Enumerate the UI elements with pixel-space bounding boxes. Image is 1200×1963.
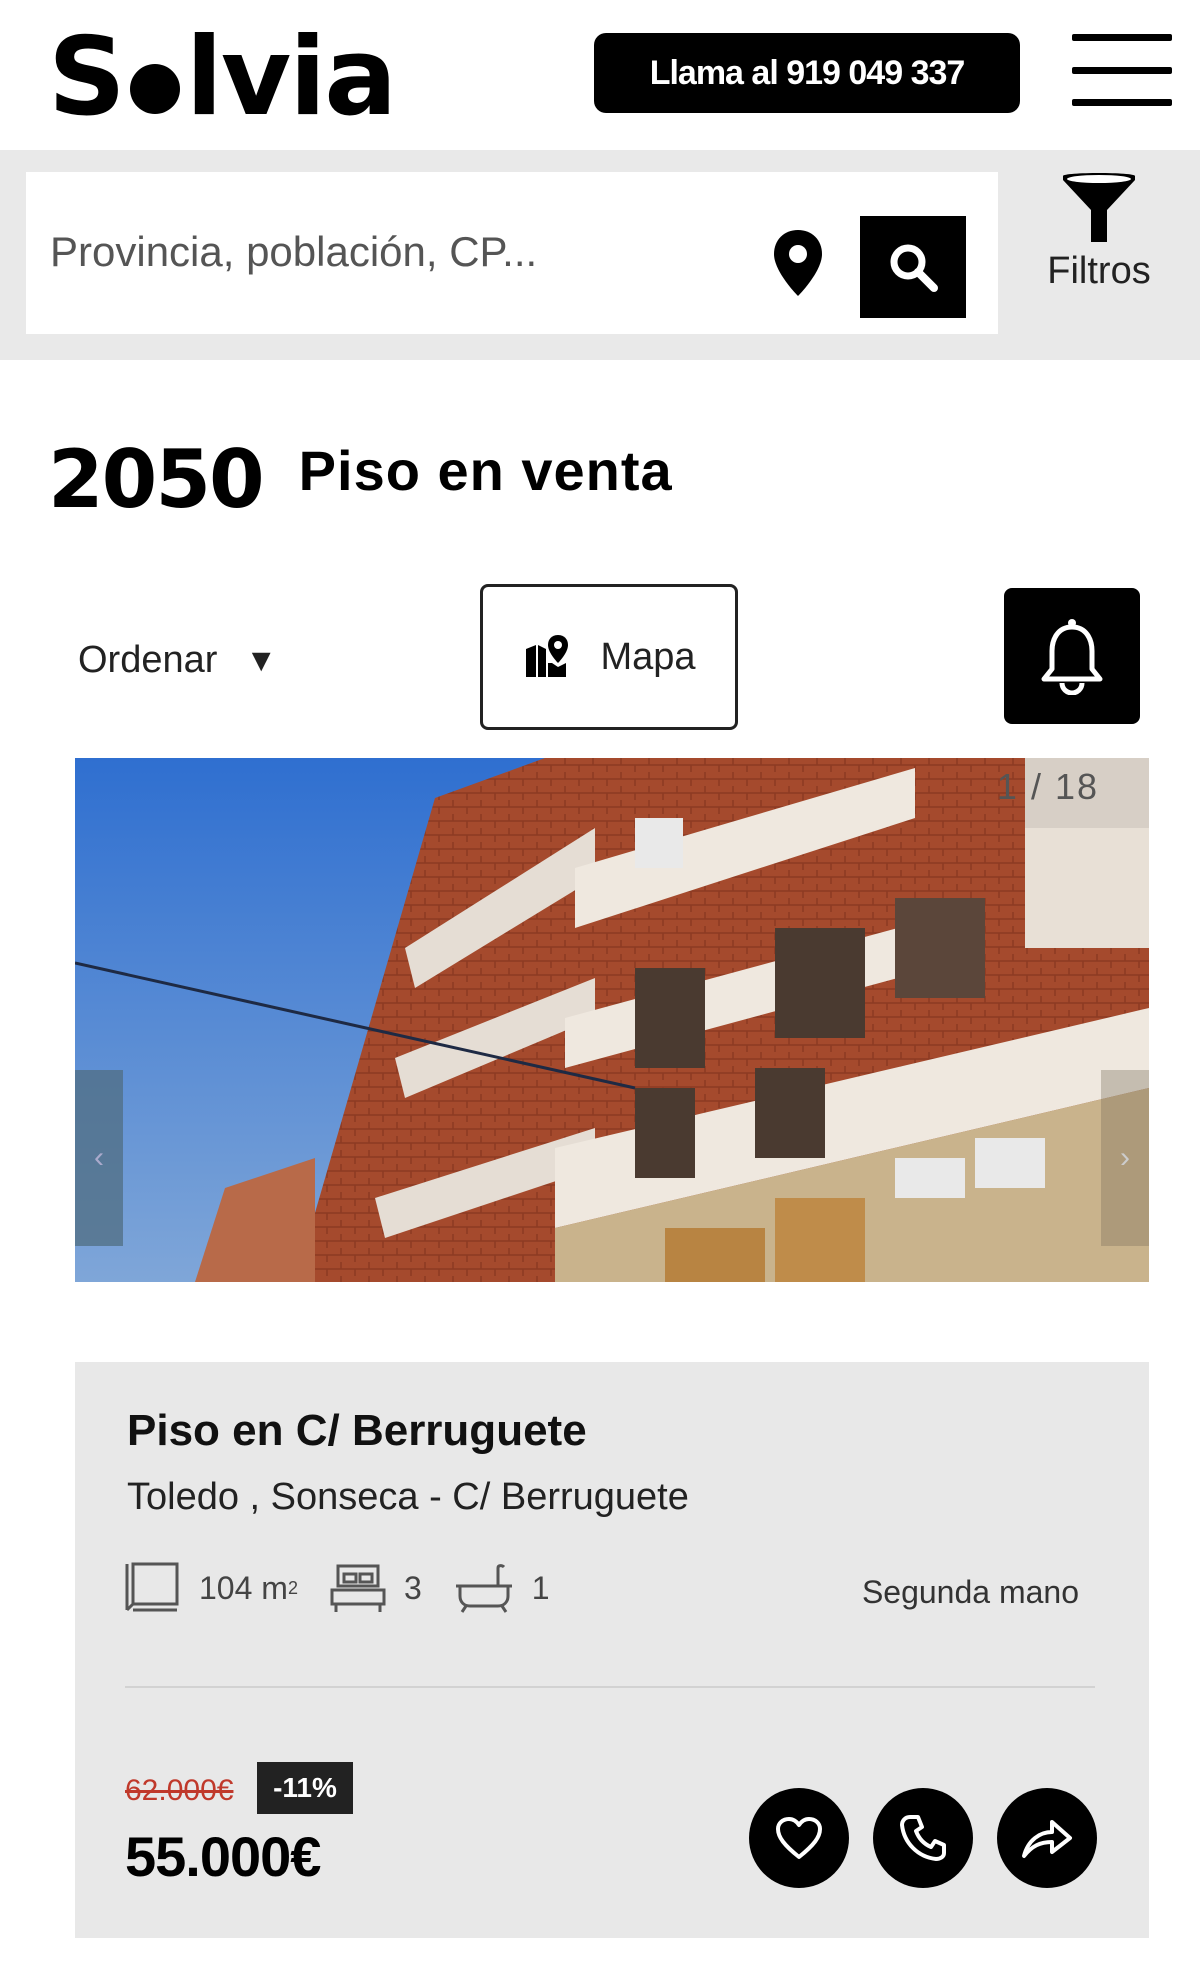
bedrooms-value: 3 <box>403 1569 422 1606</box>
discount-badge: -11% <box>257 1762 353 1814</box>
bedrooms-feature: 3 <box>328 1562 422 1614</box>
area-unit-sup: 2 <box>287 1577 298 1598</box>
bathrooms-feature: 1 <box>452 1562 550 1614</box>
share-icon <box>1022 1820 1072 1858</box>
area-value: 104 m <box>199 1569 288 1606</box>
map-icon <box>526 635 569 677</box>
filters-label: Filtros <box>1047 250 1151 292</box>
bed-icon <box>330 1564 386 1612</box>
solvia-logo[interactable]: Slvia <box>48 15 397 140</box>
logo-dot <box>129 64 180 114</box>
favorite-button[interactable] <box>749 1788 849 1888</box>
map-pin-icon[interactable] <box>770 228 826 298</box>
funnel-icon <box>1063 173 1135 242</box>
phone-icon <box>900 1815 946 1861</box>
prev-photo-button[interactable]: ‹ <box>75 1070 123 1246</box>
map-button[interactable]: Mapa <box>480 584 738 730</box>
sort-label: Ordenar <box>78 638 218 681</box>
listing-features: 104 m2 3 1 <box>123 1558 580 1618</box>
alert-button[interactable] <box>1004 588 1140 724</box>
hamburger-menu-icon[interactable] <box>1072 34 1172 106</box>
area-feature: 104 m2 <box>123 1560 298 1616</box>
search-box <box>26 172 998 334</box>
listing-card[interactable]: 1 / 18 ‹ › Piso en C/ Berruguete Toledo … <box>75 758 1149 1938</box>
photo-gallery[interactable]: 1 / 18 ‹ › <box>75 758 1149 1362</box>
logo-rest: lvia <box>185 15 397 140</box>
condition-label: Segunda mano <box>861 1574 1079 1610</box>
listing-price: 55.000€ <box>125 1825 321 1888</box>
search-input[interactable] <box>50 222 750 282</box>
search-icon <box>890 244 938 292</box>
site-header: Slvia Llama al 919 049 337 <box>0 0 1200 150</box>
results-type: Piso en venta <box>298 439 673 502</box>
listing-photo[interactable] <box>75 758 1149 1282</box>
listing-location: Toledo , Sonseca - C/ Berruguete <box>127 1476 689 1518</box>
next-photo-button[interactable]: › <box>1101 1070 1149 1246</box>
photo-counter: 1 / 18 <box>996 766 1099 807</box>
map-label: Mapa <box>600 635 696 678</box>
listing-title[interactable]: Piso en C/ Berruguete <box>127 1406 587 1456</box>
heart-icon <box>776 1817 822 1859</box>
caret-down-icon: ▼ <box>245 641 278 678</box>
logo-letter-s: S <box>48 15 126 140</box>
old-price: 62.000€ <box>125 1774 234 1807</box>
bell-icon <box>1041 619 1103 695</box>
bathtub-icon <box>455 1564 512 1613</box>
sort-dropdown[interactable]: Ordenar ▼ <box>78 630 277 690</box>
search-bar: Filtros <box>0 150 1200 360</box>
area-icon <box>125 1562 179 1612</box>
filters-button[interactable]: Filtros <box>1024 170 1174 310</box>
share-button[interactable] <box>997 1788 1097 1888</box>
bathrooms-value: 1 <box>531 1569 550 1606</box>
call-listing-button[interactable] <box>873 1788 973 1888</box>
call-button[interactable]: Llama al 919 049 337 <box>594 33 1020 113</box>
card-divider <box>125 1686 1095 1688</box>
results-heading: 2050 Piso en venta <box>48 430 673 530</box>
results-count: 2050 <box>48 433 265 526</box>
search-button[interactable] <box>860 216 966 318</box>
